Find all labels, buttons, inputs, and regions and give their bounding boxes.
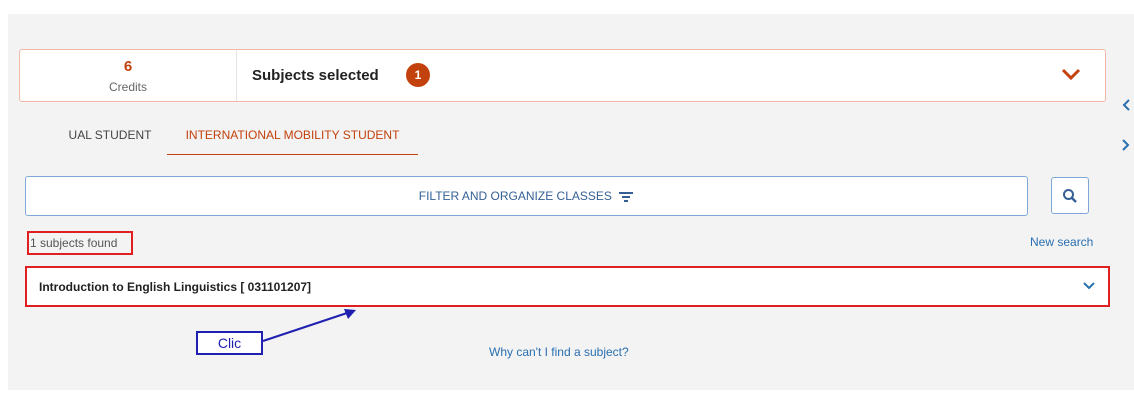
annotation-arrow xyxy=(262,309,356,342)
help-link[interactable]: Why can't I find a subject? xyxy=(489,345,629,359)
click-annotation-label: Clic xyxy=(196,331,263,355)
